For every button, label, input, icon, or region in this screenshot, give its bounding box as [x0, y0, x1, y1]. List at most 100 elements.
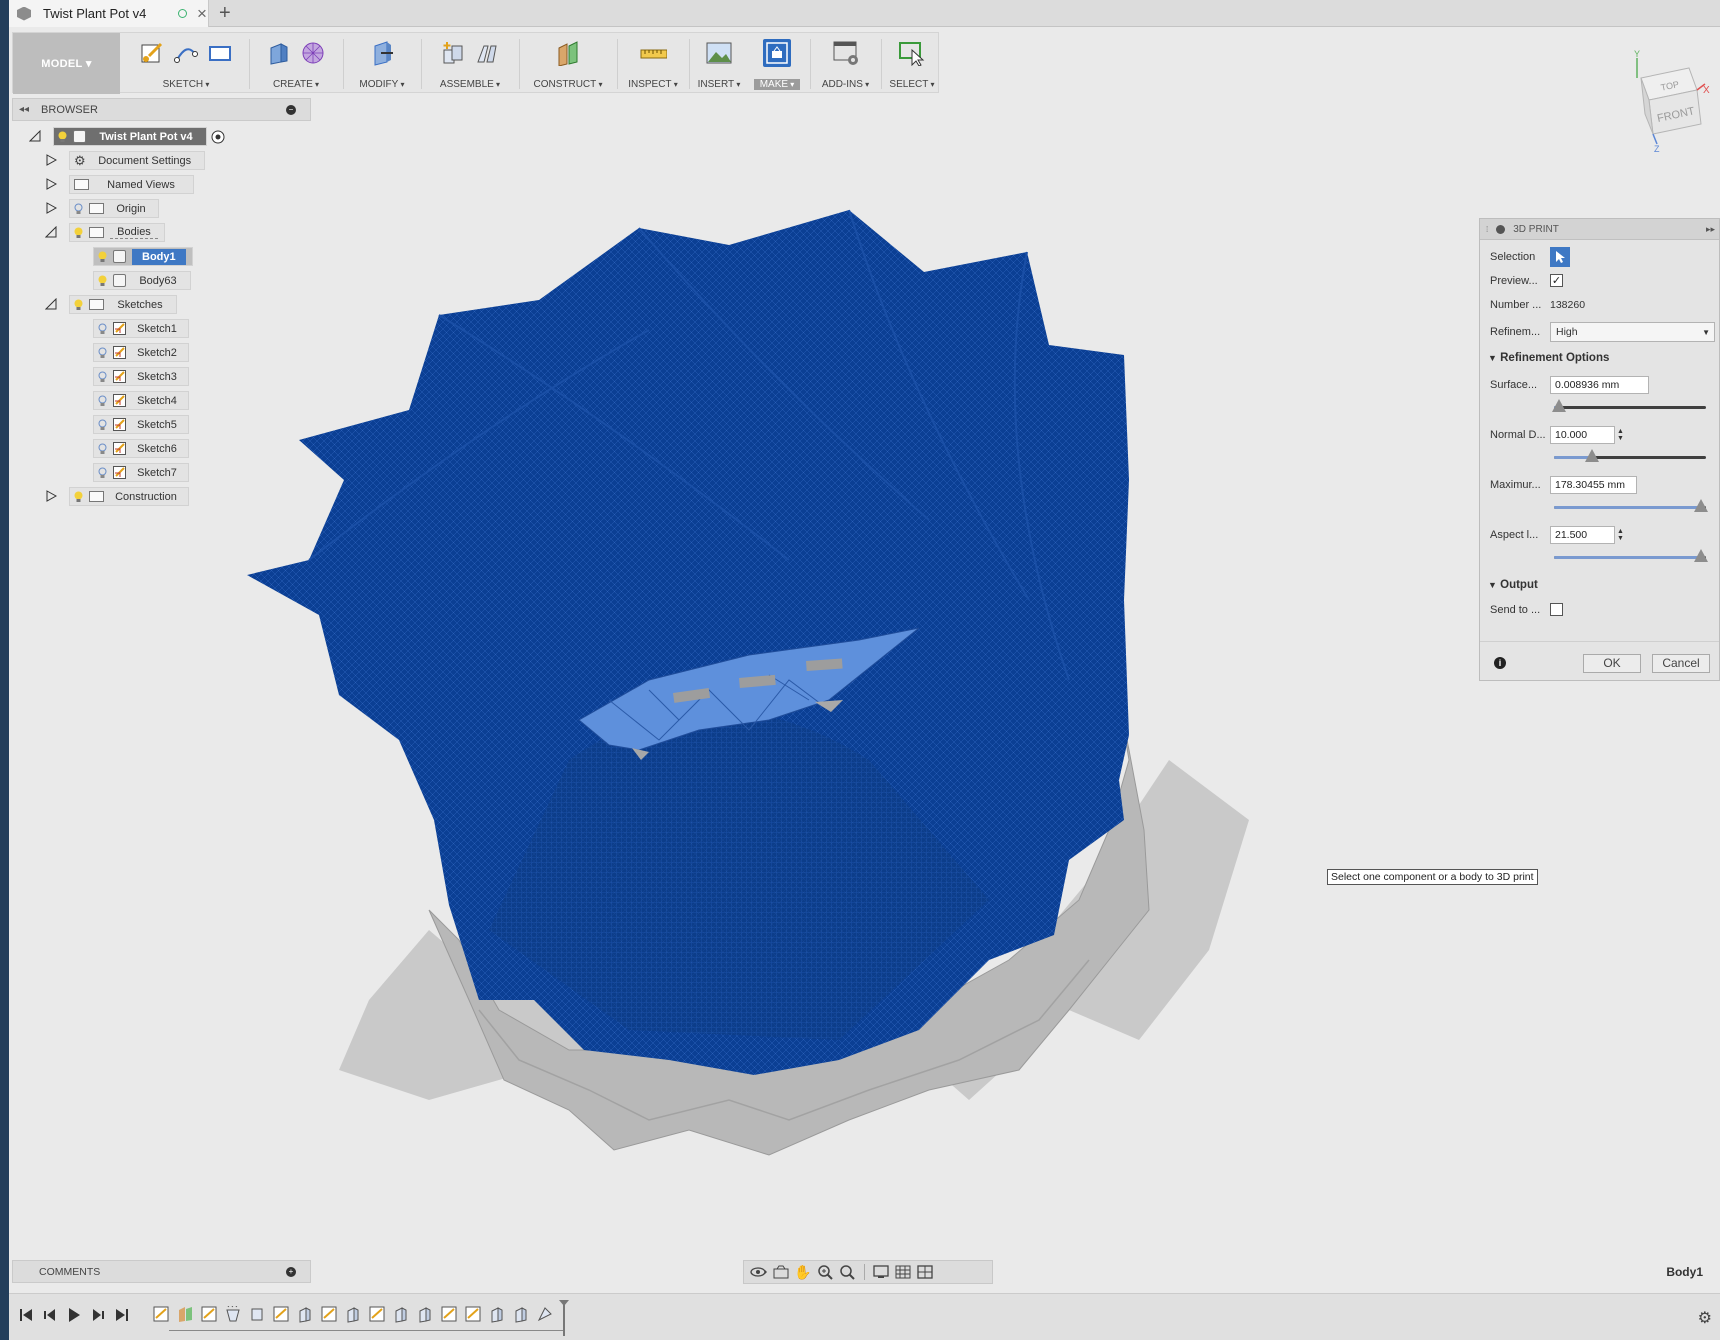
named-views-node[interactable]: Named Views [69, 175, 194, 194]
aspect-input[interactable]: 21.500 [1550, 526, 1615, 544]
select-group[interactable]: SELECT [884, 33, 940, 94]
timeline-sketch-feature-icon[interactable] [201, 1306, 217, 1323]
construct-group[interactable]: CONSTRUCT [523, 33, 613, 94]
add-comment-icon[interactable]: + [286, 1266, 296, 1277]
spinner-icon[interactable]: ▲ ▼ [1617, 428, 1624, 442]
pan-hand-icon[interactable]: ✋ [794, 1264, 812, 1280]
insert-image-icon[interactable] [705, 39, 733, 67]
press-pull-icon[interactable] [368, 39, 396, 67]
document-settings-node[interactable]: ⚙ Document Settings [69, 151, 205, 170]
timeline-mesh-feature-icon[interactable] [537, 1306, 553, 1323]
slider-thumb[interactable] [1585, 449, 1599, 462]
timeline-sketch-feature-icon[interactable] [465, 1306, 481, 1323]
sketch5-node[interactable]: Sketch5 [93, 415, 189, 434]
collapse-browser-icon[interactable]: ◂◂ [19, 104, 29, 115]
tree-row-sketch4[interactable]: Sketch4 [93, 391, 189, 410]
tree-row-sketch2[interactable]: Sketch2 [93, 343, 189, 362]
add-ins-group[interactable]: ADD-INS [813, 33, 878, 94]
output-section[interactable]: ▼ Output [1488, 579, 1538, 591]
look-at-icon[interactable] [772, 1264, 790, 1280]
tree-row-origin[interactable]: Origin [45, 199, 159, 218]
slider-thumb[interactable] [1552, 399, 1566, 412]
select-icon[interactable] [898, 39, 926, 67]
grid-icon[interactable] [895, 1264, 913, 1280]
visibility-bulb-off-icon[interactable] [98, 323, 107, 335]
sketch7-node[interactable]: Sketch7 [93, 463, 189, 482]
visibility-bulb-off-icon[interactable] [98, 467, 107, 479]
cancel-button[interactable]: Cancel [1652, 654, 1710, 673]
root-component[interactable]: Twist Plant Pot v4 [53, 127, 207, 146]
timeline-extrude-feature-icon[interactable] [393, 1306, 409, 1323]
timeline-settings-gear-icon[interactable]: ⚙ [1698, 1308, 1712, 1328]
tree-row-document-settings[interactable]: ⚙ Document Settings [45, 151, 205, 170]
visibility-bulb-icon[interactable] [58, 131, 67, 143]
make-group[interactable]: MAKE [748, 33, 806, 94]
play-icon[interactable] [67, 1307, 81, 1323]
sketch1-node[interactable]: Sketch1 [93, 319, 189, 338]
expand-triangle-icon[interactable] [45, 490, 57, 502]
assemble-group[interactable]: ASSEMBLE [425, 33, 515, 94]
expand-dialog-icon[interactable]: ▸▸ [1706, 224, 1715, 235]
arc-icon[interactable] [172, 39, 200, 67]
timeline-sketch-feature-icon[interactable] [369, 1306, 385, 1323]
preview-checkbox[interactable]: ✓ [1550, 274, 1563, 287]
dialog-grip-icon[interactable]: ⁞ [1486, 225, 1488, 234]
viewcube[interactable]: TOP FRONT Y X Z [1617, 48, 1712, 156]
collapse-triangle-icon[interactable] [45, 298, 57, 310]
close-tab-icon[interactable]: × [197, 5, 207, 22]
rectangle-icon[interactable] [206, 39, 234, 67]
joint-icon[interactable] [473, 39, 501, 67]
document-tab[interactable]: Twist Plant Pot v4 × [9, 0, 209, 27]
tree-row-bodies[interactable]: Bodies [45, 223, 165, 242]
tree-row-body1[interactable]: Body1 [93, 247, 193, 266]
spinner-icon[interactable]: ▲ ▼ [1617, 528, 1624, 542]
maximum-input[interactable]: 178.30455 mm [1550, 476, 1637, 494]
surface-input[interactable]: 0.008936 mm [1550, 376, 1649, 394]
sketch3-node[interactable]: Sketch3 [93, 367, 189, 386]
refinement-options-section[interactable]: ▼ Refinement Options [1488, 352, 1609, 364]
visibility-bulb-off-icon[interactable] [98, 419, 107, 431]
timeline-extrude-feature-icon[interactable] [345, 1306, 361, 1323]
browser-minimize-icon[interactable]: − [286, 104, 296, 115]
timeline-sketch-feature-icon[interactable] [441, 1306, 457, 1323]
form-icon[interactable] [299, 39, 327, 67]
new-tab-button[interactable]: + [219, 2, 231, 24]
scripts-icon[interactable] [832, 39, 860, 67]
ok-button[interactable]: OK [1583, 654, 1641, 673]
browser-header[interactable]: ◂◂ BROWSER − [12, 98, 311, 121]
tree-row-sketch7[interactable]: Sketch7 [93, 463, 189, 482]
timeline-extrude-feature-icon[interactable] [489, 1306, 505, 1323]
sketch2-node[interactable]: Sketch2 [93, 343, 189, 362]
tree-row-construction[interactable]: Construction [45, 487, 189, 506]
selection-button[interactable] [1550, 247, 1570, 267]
visibility-bulb-off-icon[interactable] [74, 203, 83, 215]
tree-row-sketches[interactable]: Sketches [45, 295, 177, 314]
step-back-icon[interactable] [43, 1307, 57, 1323]
zoom-icon[interactable] [816, 1264, 834, 1280]
timeline-sketch-feature-icon[interactable] [153, 1306, 169, 1323]
body1-node[interactable]: Body1 [93, 247, 193, 266]
inspect-group[interactable]: INSPECT [620, 33, 686, 94]
bodies-node[interactable]: Bodies [69, 223, 165, 242]
expand-triangle-icon[interactable] [45, 154, 57, 166]
visibility-bulb-off-icon[interactable] [98, 395, 107, 407]
fit-icon[interactable] [838, 1264, 856, 1280]
modify-group[interactable]: MODIFY [347, 33, 417, 94]
visibility-bulb-icon[interactable] [74, 491, 83, 503]
slider-thumb[interactable] [1694, 499, 1708, 512]
go-to-start-icon[interactable] [19, 1307, 33, 1323]
visibility-bulb-icon[interactable] [74, 227, 83, 239]
visibility-bulb-off-icon[interactable] [98, 371, 107, 383]
origin-node[interactable]: Origin [69, 199, 159, 218]
refinement-select[interactable]: High ▼ [1550, 322, 1715, 342]
insert-group[interactable]: INSERT [691, 33, 747, 94]
tree-row-named-views[interactable]: Named Views [45, 175, 194, 194]
collapse-triangle-icon[interactable] [29, 130, 41, 142]
timeline-marker[interactable] [559, 1298, 569, 1336]
tree-root-row[interactable]: Twist Plant Pot v4 [29, 127, 225, 146]
measure-icon[interactable] [639, 39, 667, 67]
visibility-bulb-off-icon[interactable] [98, 443, 107, 455]
timeline-loft-feature-icon[interactable] [225, 1306, 241, 1323]
tree-row-sketch3[interactable]: Sketch3 [93, 367, 189, 386]
aspect-slider[interactable] [1554, 547, 1708, 567]
